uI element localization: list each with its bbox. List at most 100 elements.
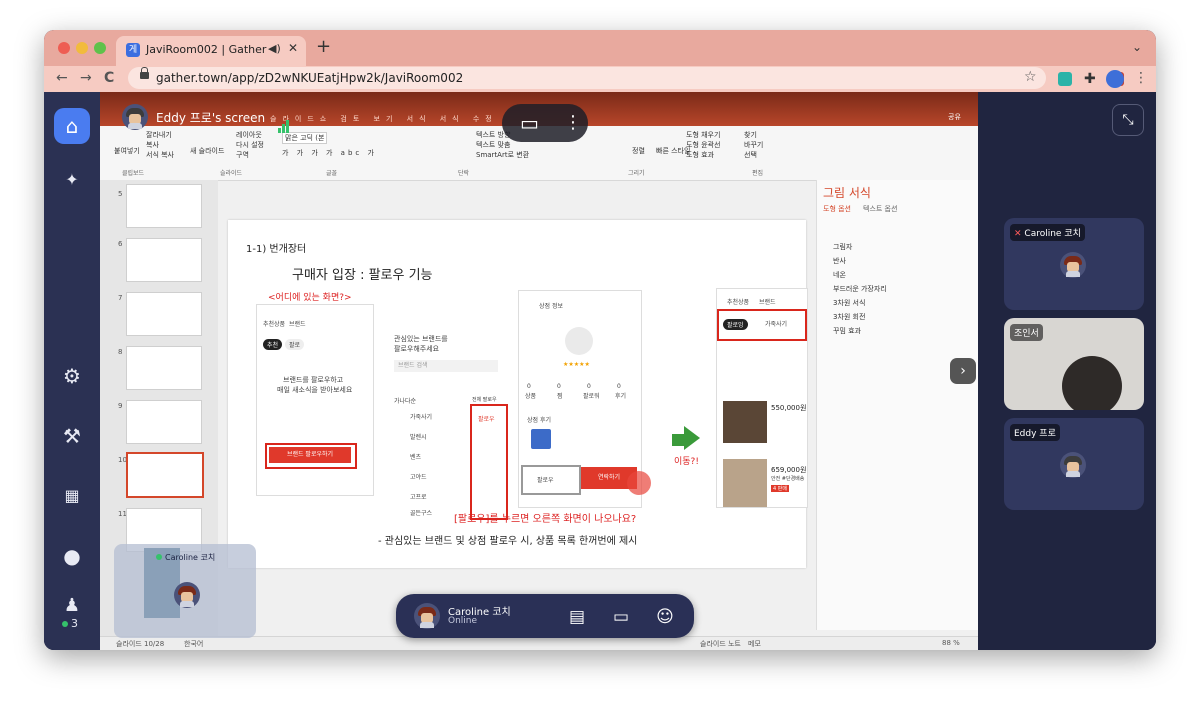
phone3-title: 상점 정보 bbox=[539, 303, 563, 310]
puzzle-extensions-icon[interactable]: ✚ bbox=[1084, 72, 1098, 86]
close-tab-icon[interactable]: ✕ bbox=[288, 41, 298, 55]
minimap-avatar bbox=[174, 582, 200, 608]
find-button[interactable]: 찾기 bbox=[744, 130, 757, 140]
presenter-avatar bbox=[122, 104, 148, 130]
browser-tab[interactable]: 게 JaviRoom002 | Gather ◀) ✕ bbox=[116, 36, 306, 66]
slide-thumbnail[interactable] bbox=[126, 184, 202, 228]
emoji-icon[interactable]: ☺ bbox=[654, 606, 676, 628]
format-item[interactable]: 네온 bbox=[833, 270, 846, 280]
reset-button[interactable]: 다시 설정 bbox=[236, 140, 264, 150]
calendar-icon[interactable]: ▦ bbox=[60, 484, 84, 508]
participant-tile[interactable]: Eddy 프로 bbox=[1004, 418, 1144, 510]
thumb-number: 6 bbox=[118, 240, 123, 248]
participant-tile[interactable]: ✕ Caroline 코치 bbox=[1004, 218, 1144, 310]
url-text: gather.town/app/zD2wNKUEatjHpw2k/JaviRoo… bbox=[156, 71, 464, 85]
participant-video-tile[interactable]: 조인서 bbox=[1004, 318, 1144, 410]
build-hammer-icon[interactable]: ⚒ bbox=[60, 424, 84, 448]
group-clipboard: 클립보드 bbox=[122, 170, 145, 177]
replace-button[interactable]: 바꾸기 bbox=[744, 140, 763, 150]
phone2-brand: 발렌시 bbox=[410, 434, 427, 441]
arrange-button[interactable]: 정렬 bbox=[632, 146, 645, 156]
shape-options-tab[interactable]: 도형 옵션 bbox=[823, 204, 851, 214]
gather-bottom-bar: Caroline 코치 Online ▤ ▭ ☺ bbox=[396, 594, 694, 638]
browser-menu-icon[interactable]: ⋮ bbox=[1134, 70, 1148, 86]
speaker-icon[interactable]: ◀) bbox=[268, 42, 281, 55]
close-window-button[interactable] bbox=[58, 42, 70, 54]
format-picture-pane: 그림 서식 도형 옵션 텍스트 옵션 그림자 반사 네온 부드러운 가장자리 3… bbox=[816, 180, 978, 630]
phone-screen-2: 관심있는 브랜드를 팔로우해주세요 브랜드 검색 가나다순 전체 팔로우 가죽사… bbox=[392, 304, 508, 520]
address-bar[interactable]: gather.town/app/zD2wNKUEatjHpw2k/JaviRoo… bbox=[128, 67, 1046, 89]
chat-icon[interactable]: ● bbox=[60, 544, 84, 568]
copy-button[interactable]: 복사 bbox=[146, 140, 159, 150]
format-item[interactable]: 3차원 서식 bbox=[833, 298, 865, 308]
thumb-number: 9 bbox=[118, 402, 123, 410]
shape-outline-button[interactable]: 도형 윤곽선 bbox=[686, 140, 720, 150]
phone2-list-head: 전체 팔로우 bbox=[472, 397, 497, 403]
text-options-tab[interactable]: 텍스트 옵션 bbox=[863, 204, 897, 214]
format-item[interactable]: 3차원 회전 bbox=[833, 312, 865, 322]
format-item[interactable]: 꾸밈 효과 bbox=[833, 326, 861, 336]
monitor-icon[interactable]: ▭ bbox=[520, 111, 539, 135]
phone3-stat: 0 bbox=[527, 383, 531, 390]
map-icon[interactable]: ▤ bbox=[566, 606, 588, 628]
group-slide: 슬라이드 bbox=[220, 170, 243, 177]
phone2-brand: 가죽사기 bbox=[410, 414, 433, 421]
font-style-buttons[interactable]: 가 가 가 가 abc 가 bbox=[282, 148, 377, 158]
section-button[interactable]: 구역 bbox=[236, 150, 249, 160]
format-item[interactable]: 반사 bbox=[833, 256, 846, 266]
smartart-button[interactable]: SmartArt로 변환 bbox=[476, 150, 529, 160]
screen-share-icon[interactable]: ▭ bbox=[610, 606, 632, 628]
people-icon[interactable]: ♟ bbox=[60, 594, 84, 618]
phone4-tab: 브랜드 bbox=[759, 299, 776, 306]
bookmark-star-icon[interactable]: ☆ bbox=[1024, 69, 1037, 85]
tap-indicator bbox=[627, 471, 651, 495]
pin-icon[interactable]: ✦ bbox=[60, 168, 84, 192]
phone1-message: 매일 새소식을 받아보세요 bbox=[277, 386, 353, 394]
product-price: 550,000원 bbox=[771, 404, 807, 412]
group-edit: 편집 bbox=[752, 170, 764, 177]
extension-icon[interactable] bbox=[1058, 72, 1072, 86]
format-item[interactable]: 그림자 bbox=[833, 242, 852, 252]
phone4-chip: 팔로잉 bbox=[723, 319, 748, 330]
minimap-player-label: Caroline 코치 bbox=[156, 552, 215, 563]
format-painter-button[interactable]: 서식 복사 bbox=[146, 150, 174, 160]
signal-strength-icon bbox=[278, 114, 290, 133]
screen-share-title: Eddy 프로's screen bbox=[156, 111, 266, 125]
next-arrow-button[interactable]: › bbox=[950, 358, 976, 384]
ppt-share-button[interactable]: 공유 bbox=[948, 112, 961, 122]
profile-avatar[interactable] bbox=[1106, 70, 1124, 88]
more-options-icon[interactable]: ⋮ bbox=[564, 112, 582, 133]
new-tab-button[interactable]: + bbox=[316, 36, 331, 57]
paste-button[interactable]: 붙여넣기 bbox=[114, 146, 140, 156]
shape-effect-button[interactable]: 도형 효과 bbox=[686, 150, 714, 160]
slide-canvas[interactable]: 1-1) 번개장터 구매자 입장 : 팔로우 기능 <어디에 있는 화면?> 추… bbox=[228, 220, 808, 568]
slide-thumbnail[interactable] bbox=[126, 238, 202, 282]
memo-button[interactable]: 메모 bbox=[748, 639, 761, 649]
format-pane-title: 그림 서식 bbox=[823, 186, 871, 200]
back-button[interactable]: ← bbox=[56, 70, 68, 86]
shape-fill-button[interactable]: 도형 채우기 bbox=[686, 130, 720, 140]
minimap[interactable]: Caroline 코치 bbox=[114, 544, 256, 638]
format-item[interactable]: 부드러운 가장자리 bbox=[833, 284, 887, 294]
home-icon[interactable]: ⌂ bbox=[54, 108, 90, 144]
self-avatar[interactable] bbox=[414, 603, 440, 629]
thumb-number: 7 bbox=[118, 294, 123, 302]
zoom-level: 88 % bbox=[942, 639, 960, 647]
participant-name: 조인서 bbox=[1010, 324, 1043, 341]
new-slide-button[interactable]: 새 슬라이드 bbox=[190, 146, 224, 156]
select-button[interactable]: 선택 bbox=[744, 150, 757, 160]
maximize-window-button[interactable] bbox=[94, 42, 106, 54]
notes-button[interactable]: 슬라이드 노트 bbox=[700, 639, 741, 649]
slide-thumbnail[interactable] bbox=[126, 292, 202, 336]
settings-gear-icon[interactable]: ⚙ bbox=[60, 364, 84, 388]
slide-thumbnail-selected[interactable] bbox=[126, 452, 204, 498]
minimize-window-button[interactable] bbox=[76, 42, 88, 54]
text-align-button[interactable]: 텍스트 맞춤 bbox=[476, 140, 510, 150]
exit-fullscreen-icon[interactable]: ⤡ bbox=[1112, 104, 1144, 136]
reload-button[interactable]: C bbox=[104, 70, 114, 86]
tab-search-icon[interactable]: ⌄ bbox=[1132, 40, 1142, 54]
lock-icon[interactable] bbox=[140, 67, 149, 79]
forward-button[interactable]: → bbox=[80, 70, 92, 86]
slide-thumbnail[interactable] bbox=[126, 400, 202, 444]
slide-thumbnail[interactable] bbox=[126, 346, 202, 390]
